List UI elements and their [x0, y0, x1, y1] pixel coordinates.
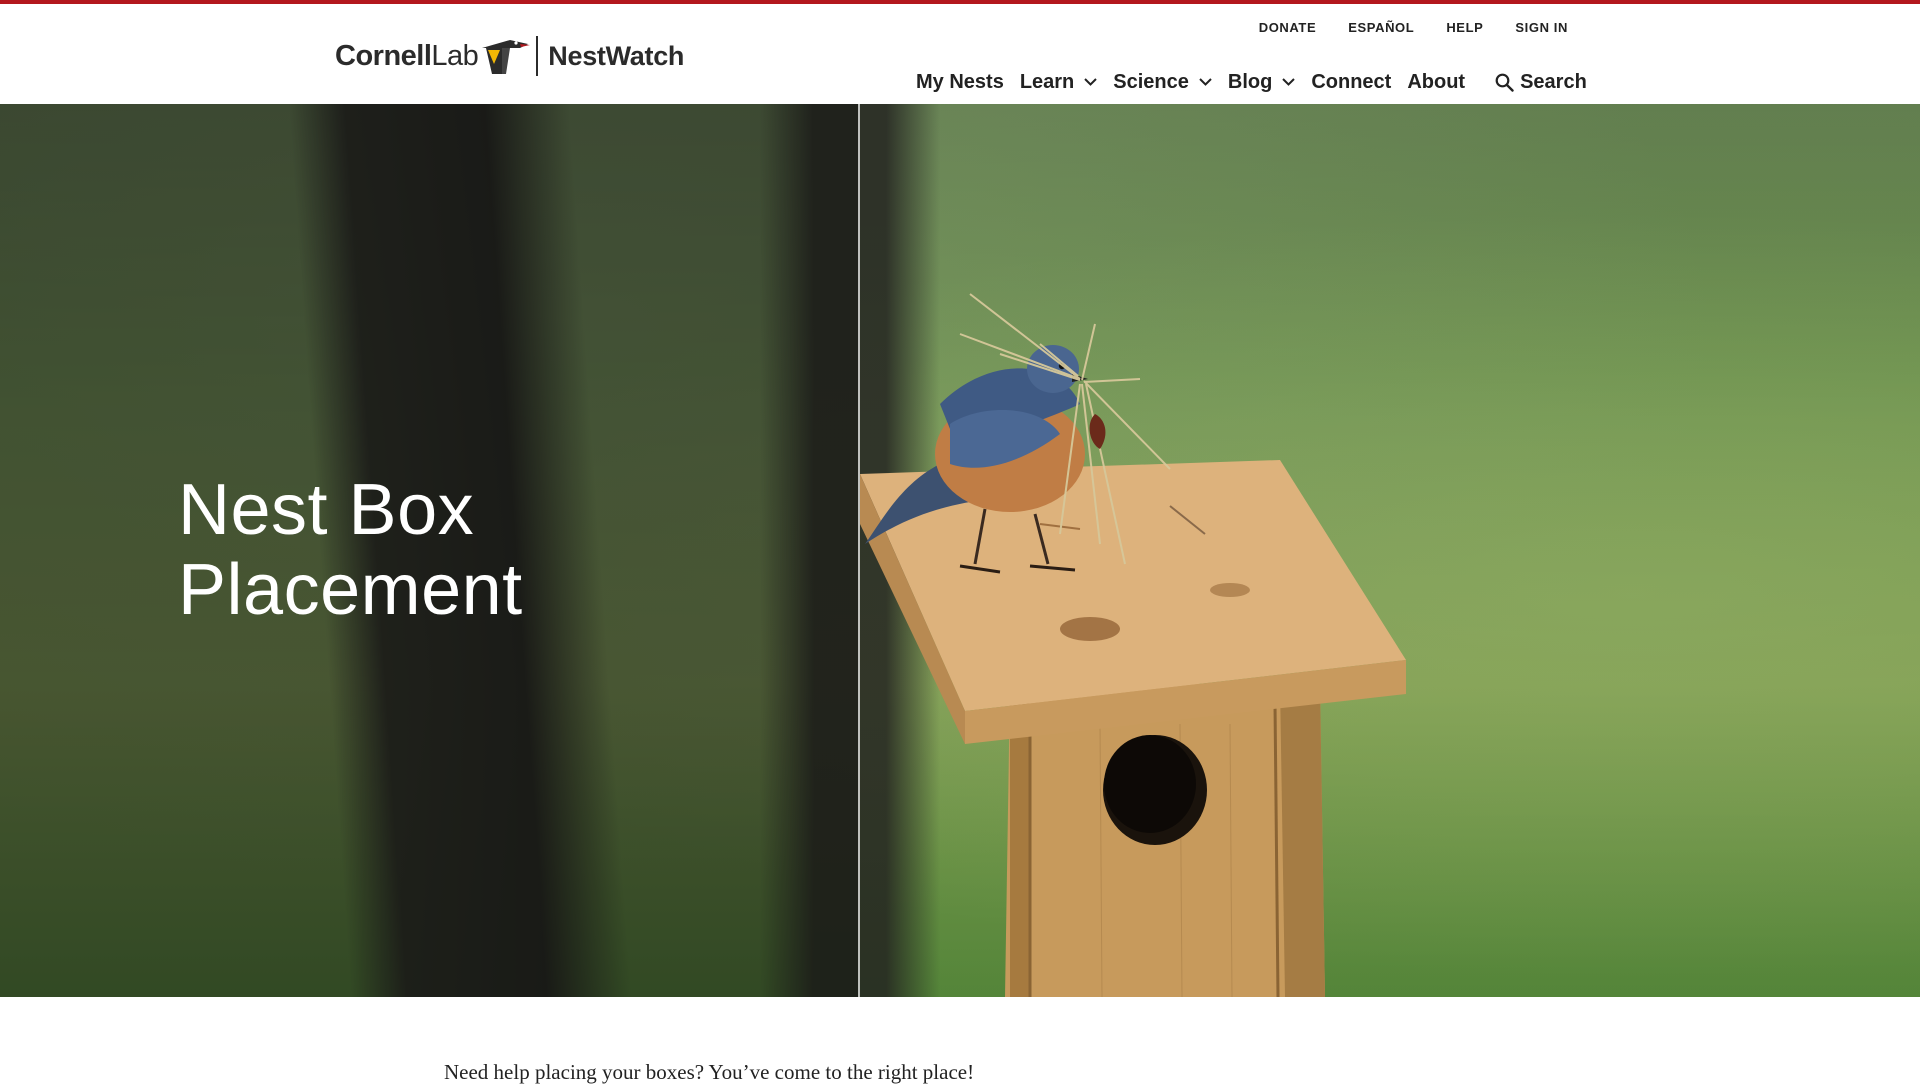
page-title: Nest Box Placement: [178, 470, 778, 630]
donate-link[interactable]: DONATE: [1259, 20, 1317, 35]
search-icon: [1495, 73, 1514, 92]
nav-item-science[interactable]: Science: [1105, 60, 1220, 104]
page-title-line: Placement: [178, 550, 523, 630]
nav-label: Learn: [1019, 71, 1075, 93]
logo-lab-text: Lab: [431, 39, 479, 72]
logo-nestwatch-text: NestWatch: [548, 40, 685, 71]
nav-item-connect[interactable]: Connect: [1303, 60, 1399, 104]
nav-item-blog[interactable]: Blog: [1220, 60, 1303, 104]
help-link[interactable]: HELP: [1446, 20, 1483, 35]
nav-item-my-nests[interactable]: My Nests: [908, 60, 1012, 104]
hero-banner: Nest Box Placement: [0, 104, 1920, 997]
cornell-lab-nestwatch-logo[interactable]: Cornell Lab NestWatch: [335, 34, 684, 78]
intro-paragraph: Need help placing your boxes? You’ve com…: [444, 1060, 975, 1084]
logo-cornell-text: Cornell: [335, 39, 432, 72]
chevron-down-icon: [1199, 78, 1212, 86]
chevron-down-icon: [1084, 78, 1097, 86]
nav-item-learn[interactable]: Learn: [1011, 60, 1106, 108]
nav-label: My Nests: [916, 71, 1004, 93]
cornell-bird-logo-icon: [482, 40, 531, 74]
search-button[interactable]: Search: [1495, 60, 1587, 104]
chevron-down-icon: [1282, 78, 1296, 86]
nav-label: Connect: [1311, 71, 1392, 93]
main-nav: My Nests Learn Science Blog Connect Abou…: [908, 60, 1587, 108]
nav-label: About: [1407, 71, 1466, 93]
nav-item-about[interactable]: About: [1399, 60, 1473, 104]
sign-in-link[interactable]: SIGN IN: [1515, 20, 1568, 35]
nav-label: Science: [1113, 71, 1189, 93]
search-label: Search: [1520, 70, 1587, 93]
utility-nav: DONATE ESPAÑOL HELP SIGN IN: [1227, 20, 1568, 35]
espanol-link[interactable]: ESPAÑOL: [1348, 20, 1414, 35]
nav-label: Blog: [1227, 71, 1273, 93]
logo-divider: [536, 36, 539, 76]
hero-divider-line: [858, 104, 860, 997]
site-header: Cornell Lab NestWatch DONATE ESPAÑOL HEL…: [0, 4, 1920, 108]
page-title-line: Nest Box: [178, 470, 475, 550]
